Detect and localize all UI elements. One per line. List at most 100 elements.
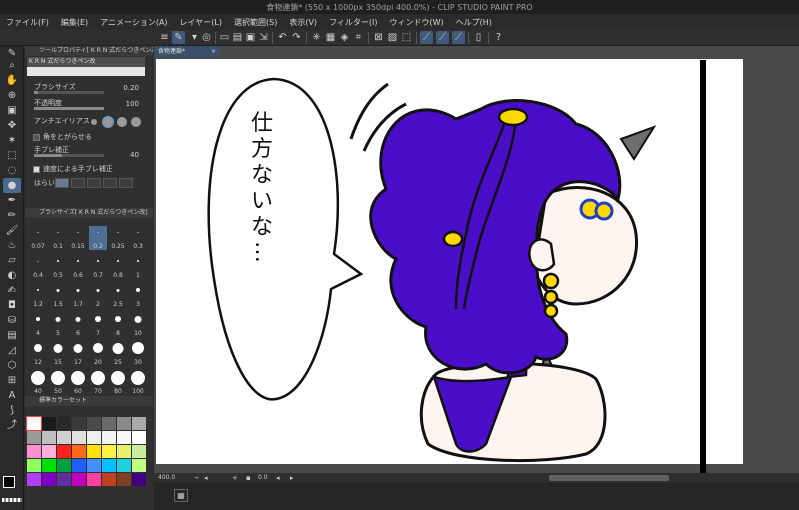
color-swatch[interactable]: [57, 445, 71, 458]
blur-option[interactable]: [71, 178, 85, 188]
deselect-icon[interactable]: ⊠: [372, 31, 385, 44]
smudge-tool-icon[interactable]: ✍: [3, 283, 21, 298]
stabilization-slider[interactable]: [34, 154, 104, 157]
pen-select-icon[interactable]: ✎: [172, 31, 185, 44]
correct-line-tool-icon[interactable]: ⤴: [3, 418, 21, 433]
ruler-snap-icon[interactable]: ⟋: [420, 31, 433, 44]
balloon-tool-icon[interactable]: ⟆: [3, 403, 21, 418]
brush-size-option[interactable]: 0.5: [49, 255, 67, 279]
pencil-tool-icon[interactable]: ✏: [3, 208, 21, 223]
color-swatch[interactable]: [102, 417, 116, 430]
brush-size-option[interactable]: 1.7: [69, 284, 87, 308]
brush-size-option[interactable]: 0.07: [29, 226, 47, 250]
menu-file[interactable]: ファイル(F): [6, 17, 49, 28]
clip-studio-icon[interactable]: ◎: [200, 31, 213, 44]
brush-size-option[interactable]: 0.15: [69, 226, 87, 250]
text-tool-icon[interactable]: A: [3, 388, 21, 403]
undo-icon[interactable]: ↶: [276, 31, 289, 44]
brush-size-option[interactable]: 100: [129, 371, 147, 395]
antialias-medium-option[interactable]: [117, 117, 127, 127]
layer-panel-toggle-icon[interactable]: ▦: [174, 489, 188, 502]
move-tool-icon[interactable]: ✥: [3, 118, 21, 133]
opacity-slider[interactable]: [34, 107, 104, 110]
brush-size-option[interactable]: 60: [69, 371, 87, 395]
color-swatch[interactable]: [117, 459, 131, 472]
open-file-icon[interactable]: ▤: [231, 31, 244, 44]
brush-size-option[interactable]: 70: [89, 371, 107, 395]
menu-icon[interactable]: ≡: [158, 31, 171, 44]
menu-edit[interactable]: 編集(E): [61, 17, 88, 28]
brush-name[interactable]: K R N 式だらつきペン改: [27, 57, 145, 67]
brush-size-option[interactable]: 0.25: [109, 226, 127, 250]
selection-icon[interactable]: ⬚: [400, 31, 413, 44]
zoom-in-icon[interactable]: +: [232, 473, 238, 483]
brush-size-option[interactable]: 0.7: [89, 255, 107, 279]
color-swatch[interactable]: [72, 473, 86, 486]
horizontal-scrollbar[interactable]: 400.0 − ◂ + ▪ 0.0 ◂ ▸: [154, 473, 799, 483]
color-swatch[interactable]: [27, 459, 41, 472]
color-swatch[interactable]: [27, 431, 41, 444]
airbrush-tool-icon[interactable]: ♨: [3, 238, 21, 253]
color-swatch[interactable]: [72, 431, 86, 444]
color-swatch[interactable]: [72, 445, 86, 458]
figure-tool-icon[interactable]: ◿: [3, 343, 21, 358]
zoom-level[interactable]: 400.0: [158, 473, 175, 483]
color-swatch[interactable]: [42, 431, 56, 444]
grid-snap-icon[interactable]: ⟋: [452, 31, 465, 44]
help-icon[interactable]: ?: [492, 31, 505, 44]
opacity-row[interactable]: 不透明度 100: [31, 98, 151, 110]
menu-filter[interactable]: フィルター(I): [329, 17, 377, 28]
brush-size-option[interactable]: 25: [109, 342, 127, 366]
brush-size-option[interactable]: 20: [89, 342, 107, 366]
color-swatch[interactable]: [132, 417, 146, 430]
fit-icon[interactable]: ▪: [246, 473, 251, 483]
brush-size-value[interactable]: 0.20: [123, 84, 139, 92]
color-swatch[interactable]: [102, 445, 116, 458]
color-swatch[interactable]: [72, 459, 86, 472]
corner-row[interactable]: 角をとがらせる: [31, 132, 151, 144]
brush-size-option[interactable]: 0.8: [109, 255, 127, 279]
stabilization-row[interactable]: 手ブレ補正 40: [31, 145, 151, 159]
color-swatch[interactable]: [42, 417, 56, 430]
color-swatch[interactable]: [42, 445, 56, 458]
brush-size-option[interactable]: 15: [49, 342, 67, 366]
document-tab[interactable]: 食物連鎖* ×: [154, 46, 219, 57]
brush-size-option[interactable]: 8: [109, 313, 127, 337]
corner-checkbox[interactable]: [33, 134, 40, 141]
new-file-icon[interactable]: ▭: [218, 31, 231, 44]
loading-icon[interactable]: ✳: [310, 31, 323, 44]
color-swatch[interactable]: [132, 431, 146, 444]
color-swatch[interactable]: [42, 473, 56, 486]
color-swatch[interactable]: [87, 417, 101, 430]
scroll-thumb[interactable]: [549, 475, 669, 481]
brush-size-option[interactable]: 6: [69, 313, 87, 337]
brush-size-option[interactable]: 2: [89, 284, 107, 308]
fill-tool-icon[interactable]: ◘: [3, 298, 21, 313]
blur-option[interactable]: [55, 178, 69, 188]
color-swatch[interactable]: [132, 459, 146, 472]
color-swatch[interactable]: [102, 473, 116, 486]
color-swatch[interactable]: [27, 473, 41, 486]
color-swatch[interactable]: [132, 473, 146, 486]
sparkle-tool-icon[interactable]: ✶: [3, 133, 21, 148]
round-brush-tool-icon[interactable]: ●: [3, 178, 21, 193]
rotate-icon[interactable]: ◂: [276, 473, 280, 483]
speed-stabilization-checkbox[interactable]: [33, 166, 40, 173]
brush-tool-icon[interactable]: 🖌: [3, 223, 21, 238]
brush-size-option[interactable]: 7: [89, 313, 107, 337]
color-swatch[interactable]: [117, 431, 131, 444]
brush-size-option[interactable]: 80: [109, 371, 127, 395]
color-swatch[interactable]: [26, 416, 42, 431]
brush-size-option[interactable]: 17: [69, 342, 87, 366]
brush-size-option[interactable]: 10: [129, 313, 147, 337]
menu-animation[interactable]: アニメーション(A): [100, 17, 167, 28]
rotate-right-icon[interactable]: ▸: [290, 473, 294, 483]
special-ruler-snap-icon[interactable]: ⟋: [436, 31, 449, 44]
brush-size-option[interactable]: 30: [129, 342, 147, 366]
color-swatch[interactable]: [57, 473, 71, 486]
color-swatch[interactable]: [132, 445, 146, 458]
export-icon[interactable]: ⇲: [257, 31, 270, 44]
menu-view[interactable]: 表示(V): [289, 17, 317, 28]
save-icon[interactable]: ▣: [244, 31, 257, 44]
current-colors[interactable]: [0, 476, 24, 510]
